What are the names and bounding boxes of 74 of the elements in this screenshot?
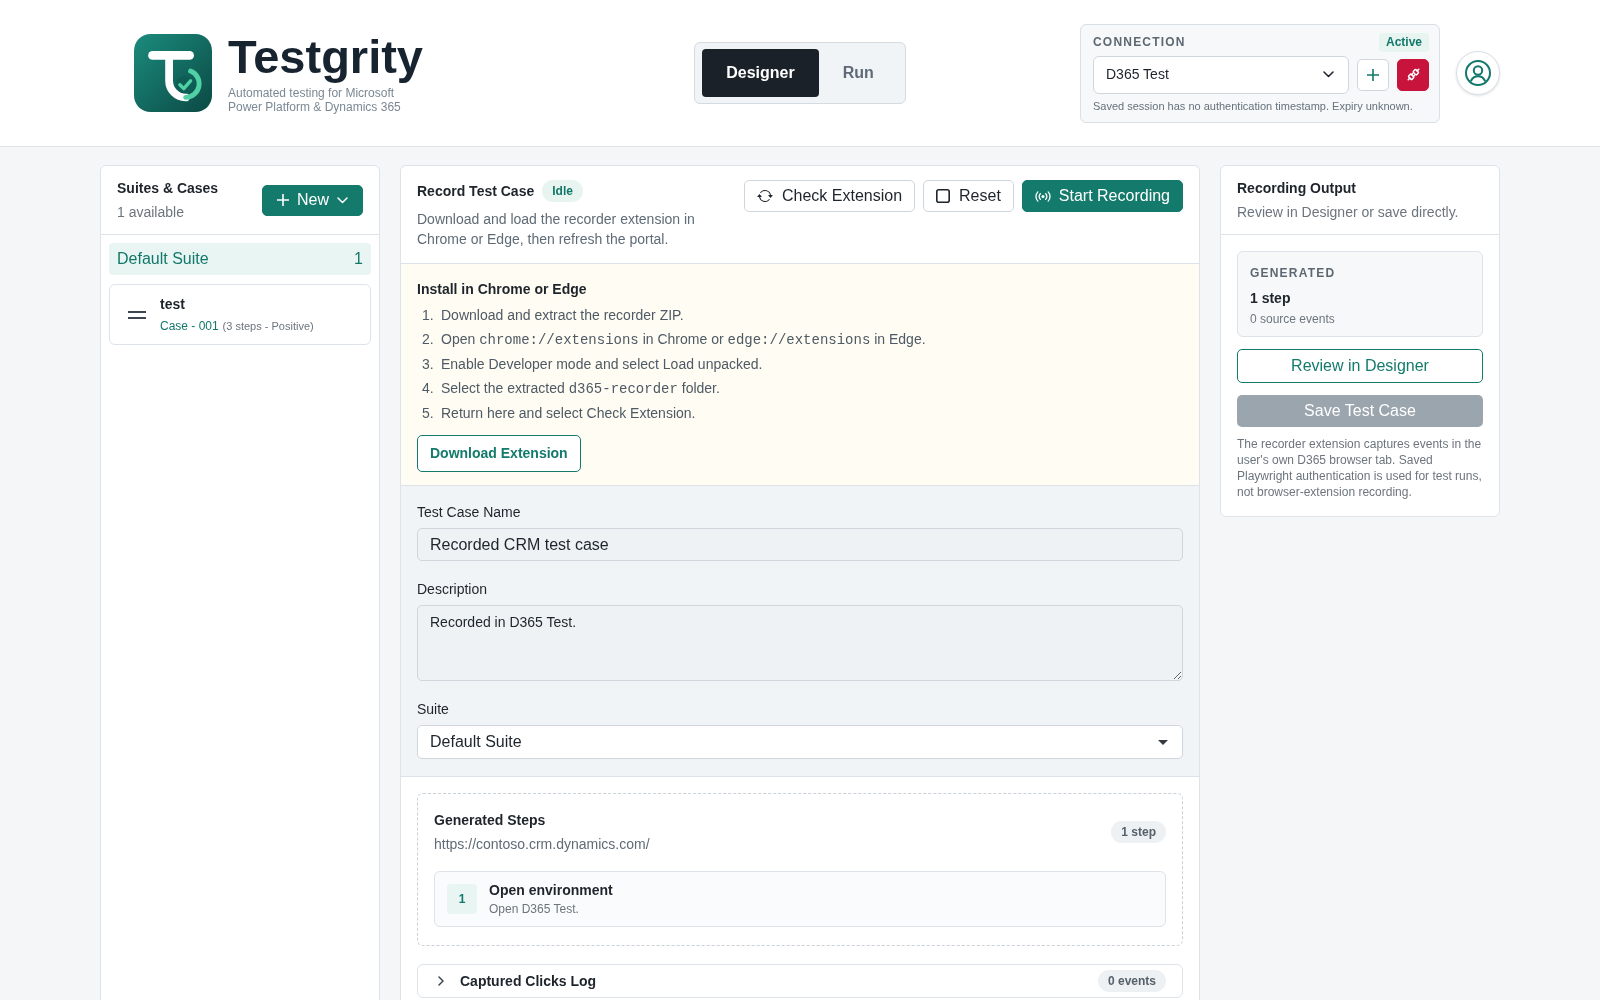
add-connection-button[interactable] [1357,58,1389,91]
case-item[interactable]: test Case - 001 (3 steps - Positive) [109,284,371,345]
field-label: Test Case Name [417,503,522,522]
description-textarea[interactable]: Recorded in D365 Test. [417,605,1183,681]
field-label: Description [417,580,489,599]
environment-select[interactable]: D365 Test [1093,55,1349,94]
square-icon [936,189,951,203]
chevron-down-icon [1323,71,1334,78]
list-number: 3. [421,355,435,374]
step-detail: Open D365 Test. [489,901,580,917]
section-title: Generated Steps [434,811,547,830]
user-icon [1465,60,1491,86]
list-number: 2. [421,330,435,349]
summary-steps: 1 step [1250,288,1470,308]
step-title: Open environment [489,881,613,899]
install-step: Select the extracted d365-recorder folder. [441,376,720,401]
section-title: Captured Clicks Log [460,972,597,991]
caret-icon [1158,739,1168,745]
case-name: test [160,294,186,313]
status-badge: Active [1378,32,1429,52]
panel-subtitle: 1 available [117,203,185,222]
account-button[interactable] [1456,51,1500,95]
reset-button[interactable]: Reset [923,180,1014,212]
broadcast-icon [1034,190,1051,202]
panel-description: Download and load the recorder extension in Chrome or Edge, then refresh the portal. [417,210,696,249]
brand-tagline: Automated testing for Microsoft Power Platform & Dynamics 365 [228,85,402,114]
list-number: 4. [421,379,435,398]
install-step: Download and extract the recorder ZIP. [441,303,684,327]
drag-handle-icon [128,310,146,319]
suite-name: Default Suite [117,249,209,269]
install-step: Return here and select Check Extension. [441,401,696,425]
summary-events: 0 source events [1250,311,1336,327]
review-button[interactable]: Review in Designer [1237,349,1483,383]
panel-title: Recording Output [1237,179,1357,198]
new-button[interactable]: New [262,184,363,216]
check-extension-button[interactable]: Check Extension [743,180,916,212]
name-input[interactable]: Recorded CRM test case [417,528,1183,561]
logo-icon [134,34,212,112]
list-number: 5. [421,404,435,423]
plus-icon [277,194,289,206]
refresh-icon [756,188,773,204]
suite-select[interactable]: Default Suite [417,725,1183,759]
plug-icon [1405,67,1421,82]
environment-url: https://contoso.crm.dynamics.com/ [434,835,650,854]
suite-select-value: Default Suite [430,732,522,752]
count-badge: 1 step [1111,821,1166,843]
list-number: 1. [421,306,435,325]
mode-tab[interactable]: Designer [702,49,819,97]
plus-icon [1367,68,1379,81]
session-note: Saved session has no authentication timestamp. Expiry unknown. [1093,98,1414,113]
panel-subtitle: Review in Designer or save directly. [1237,203,1460,222]
status-badge: Idle [542,180,583,202]
install-step: Open chrome://extensions in Chrome or edge://extensions in Edge. [441,327,926,352]
chevron-down-icon [337,196,348,204]
start-recording-button[interactable]: Start Recording [1021,180,1183,212]
step-number: 1 [447,884,477,914]
download-extension-button[interactable]: Download Extension [417,435,581,472]
mode-tab[interactable]: Run [818,49,898,97]
case-code: Case - 001 [160,318,219,333]
field-label: Suite [417,700,450,719]
section-label: CONNECTION [1093,34,1186,51]
summary-label: GENERATED [1250,265,1337,282]
panel-title: Suites & Cases [117,179,219,198]
section-title: Install in Chrome or Edge [417,280,588,299]
suite-row[interactable]: Default Suite 1 [109,243,371,275]
count-badge: 0 events [1097,970,1166,992]
help-text: The recorder extension captures events in the user's own D365 browser tab. Saved Playwright authentication is used for test runs, not browser-extension recording. [1237,436,1483,500]
environment-value: D365 Test [1106,65,1169,84]
captured-clicks-header[interactable]: Captured Clicks Log 0 events [417,964,1183,998]
disconnect-button[interactable] [1397,58,1429,91]
panel-title: Record Test Case [417,182,535,201]
case-details: (3 steps - Positive) [222,319,314,332]
suite-count: 1 [354,249,363,269]
install-step: Enable Developer mode and select Load unpacked. [441,352,763,376]
